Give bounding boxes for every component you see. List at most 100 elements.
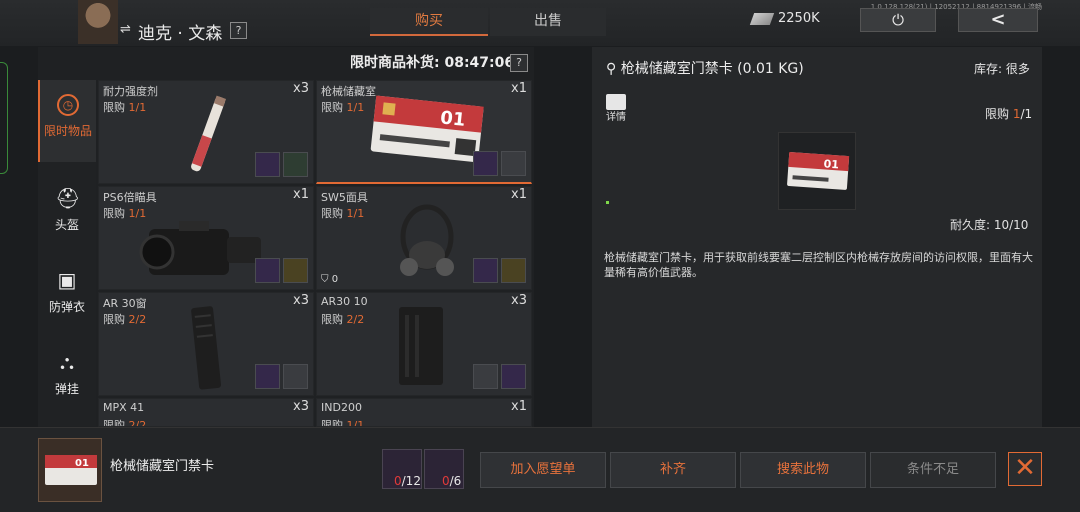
reward-icon <box>255 152 280 177</box>
item-name: 耐力强度剂 <box>103 85 158 98</box>
reward-icon <box>501 364 526 389</box>
item-detail-panel <box>592 47 1042 427</box>
power-button[interactable]: ⏻ <box>860 8 936 32</box>
category-armor[interactable]: ▣ 防弹衣 <box>38 254 96 336</box>
close-icon: ✕ <box>1014 453 1036 483</box>
item-name: SW5面具 <box>321 191 368 204</box>
back-arrow-icon: < <box>990 9 1006 30</box>
item-quantity: x1 <box>511 399 527 414</box>
shop-item-ar30-mag[interactable]: AR 30窗 限购 2/2 x3 <box>98 292 314 396</box>
reward-icon <box>255 258 280 283</box>
detail-title: ⚲ 枪械储藏室门禁卡 (0.01 KG) <box>606 61 804 77</box>
item-limit: 限购 2/2 <box>321 313 365 326</box>
shop-item-scope[interactable]: PS6倍瞄具 限购 1/1 x1 <box>98 186 314 290</box>
character-help-button[interactable]: ? <box>230 22 247 39</box>
helmet-icon: ⛑ <box>55 186 81 210</box>
category-label: 弹挂 <box>54 382 79 396</box>
rig-icon: ⛬ <box>60 350 74 374</box>
insufficient-conditions-button[interactable]: 条件不足 <box>870 452 996 488</box>
reward-icon <box>501 151 526 176</box>
category-label: 头盔 <box>54 218 79 232</box>
character-avatar[interactable] <box>78 0 118 44</box>
reward-icon <box>283 152 308 177</box>
shop-item-mask[interactable]: SW5面具 限购 1/1 x1 ⛉ 0 <box>316 186 532 290</box>
detail-stock: 库存: 很多 <box>974 62 1030 76</box>
magazine-image <box>399 307 443 385</box>
item-name: PS6倍瞄具 <box>103 191 157 204</box>
swap-character-icon[interactable]: ⇌ <box>120 22 131 37</box>
detail-durability: 耐久度: 10/10 <box>950 218 1029 232</box>
key-icon: ⚲ <box>606 61 617 77</box>
keycard-number: 01 <box>75 458 89 469</box>
selected-item-name: 枪械储藏室门禁卡 <box>110 459 215 474</box>
reward-icon <box>255 364 280 389</box>
item-name: AR 30窗 <box>103 297 147 310</box>
item-quantity: x3 <box>293 293 309 308</box>
currency-amount: 2250K <box>778 11 820 26</box>
reward-icon <box>283 364 308 389</box>
reward-icon <box>473 364 498 389</box>
restock-timer: 限时商品补货: 08:47:06 <box>350 55 515 71</box>
power-icon: ⏻ <box>892 11 904 29</box>
shop-item-armory-keycard[interactable]: 枪械储藏室 限购 1/1 x1 01 <box>316 80 532 184</box>
item-limit: 限购 1/1 <box>321 207 365 220</box>
reward-icon <box>501 258 526 283</box>
add-to-wishlist-button[interactable]: 加入愿望单 <box>480 452 606 488</box>
keycard-image: 01 <box>45 455 97 485</box>
keycard-number: 01 <box>823 157 839 171</box>
item-limit: 限购 2/2 <box>103 419 147 427</box>
shop-item-mpx41[interactable]: MPX 41 限购 2/2 x3 <box>98 398 314 427</box>
reward-icon <box>473 258 498 283</box>
item-quantity: x1 <box>511 81 527 96</box>
side-drawer-handle[interactable] <box>0 62 8 174</box>
category-label: 限时物品 <box>43 124 92 138</box>
shop-item-stamina-booster[interactable]: 耐力强度剂 限购 1/1 x3 <box>98 80 314 184</box>
detail-limit: 限购 1/1 <box>985 107 1033 121</box>
tab-sell[interactable]: 出售 <box>490 8 606 36</box>
item-quantity: x3 <box>293 399 309 414</box>
category-rig[interactable]: ⛬ 弹挂 <box>38 336 96 418</box>
vest-icon: ▣ <box>57 268 77 292</box>
item-name: AR30 10 <box>321 295 368 308</box>
item-quantity: x1 <box>511 187 527 202</box>
injector-image <box>191 95 227 172</box>
item-name: MPX 41 <box>103 401 145 414</box>
selected-item-thumbnail: 01 <box>38 438 102 502</box>
item-limit: 限购 1/1 <box>103 101 147 114</box>
detail-description: 枪械储藏室门禁卡，用于获取前线要塞二层控制区内枪械存放房间的访问权限，里面有大量… <box>604 251 1033 279</box>
item-limit: 限购 1/1 <box>321 101 365 114</box>
keycard-number: 01 <box>439 107 466 131</box>
search-item-button[interactable]: 搜索此物 <box>740 452 866 488</box>
close-button[interactable]: ✕ <box>1008 452 1042 486</box>
armor-value: ⛉ 0 <box>321 274 339 285</box>
replenish-button[interactable]: 补齐 <box>610 452 736 488</box>
tab-buy[interactable]: 购买 <box>370 8 488 36</box>
category-limited[interactable]: ◷ 限时物品 <box>38 80 96 162</box>
category-label: 防弹衣 <box>48 300 85 314</box>
clock-icon: ◷ <box>57 94 79 116</box>
shield-icon: ⛉ <box>321 274 329 285</box>
magazine-image <box>191 306 222 390</box>
item-quantity: x1 <box>293 187 309 202</box>
category-rail: ◷ 限时物品 ⛑ 头盔 ▣ 防弹衣 ⛬ 弹挂 <box>38 80 96 426</box>
item-quantity: x3 <box>293 81 309 96</box>
item-name: IND200 <box>321 401 362 414</box>
detail-item-frame: 01 <box>778 132 856 210</box>
keycard-image: 01 <box>787 151 850 190</box>
character-name: 迪克 · 文森 <box>138 24 223 44</box>
requirement-count-1: 0/12 <box>394 474 421 488</box>
status-dot <box>606 201 609 204</box>
item-limit: 限购 1/1 <box>321 419 365 427</box>
category-helmet[interactable]: ⛑ 头盔 <box>38 172 96 254</box>
reward-icon <box>283 258 308 283</box>
shop-item-ind200[interactable]: IND200 限购 1/1 x1 <box>316 398 532 427</box>
details-tab-label[interactable]: 详情 <box>606 108 626 123</box>
reward-icon <box>473 151 498 176</box>
gas-mask-image <box>400 204 454 276</box>
restock-help-button[interactable]: ? <box>510 54 528 72</box>
shop-item-ar30-10[interactable]: AR30 10 限购 2/2 x3 <box>316 292 532 396</box>
keycard-image: 01 <box>370 95 484 163</box>
requirement-count-2: 0/6 <box>442 474 462 488</box>
item-limit: 限购 2/2 <box>103 313 147 326</box>
back-button[interactable]: < <box>958 8 1038 32</box>
